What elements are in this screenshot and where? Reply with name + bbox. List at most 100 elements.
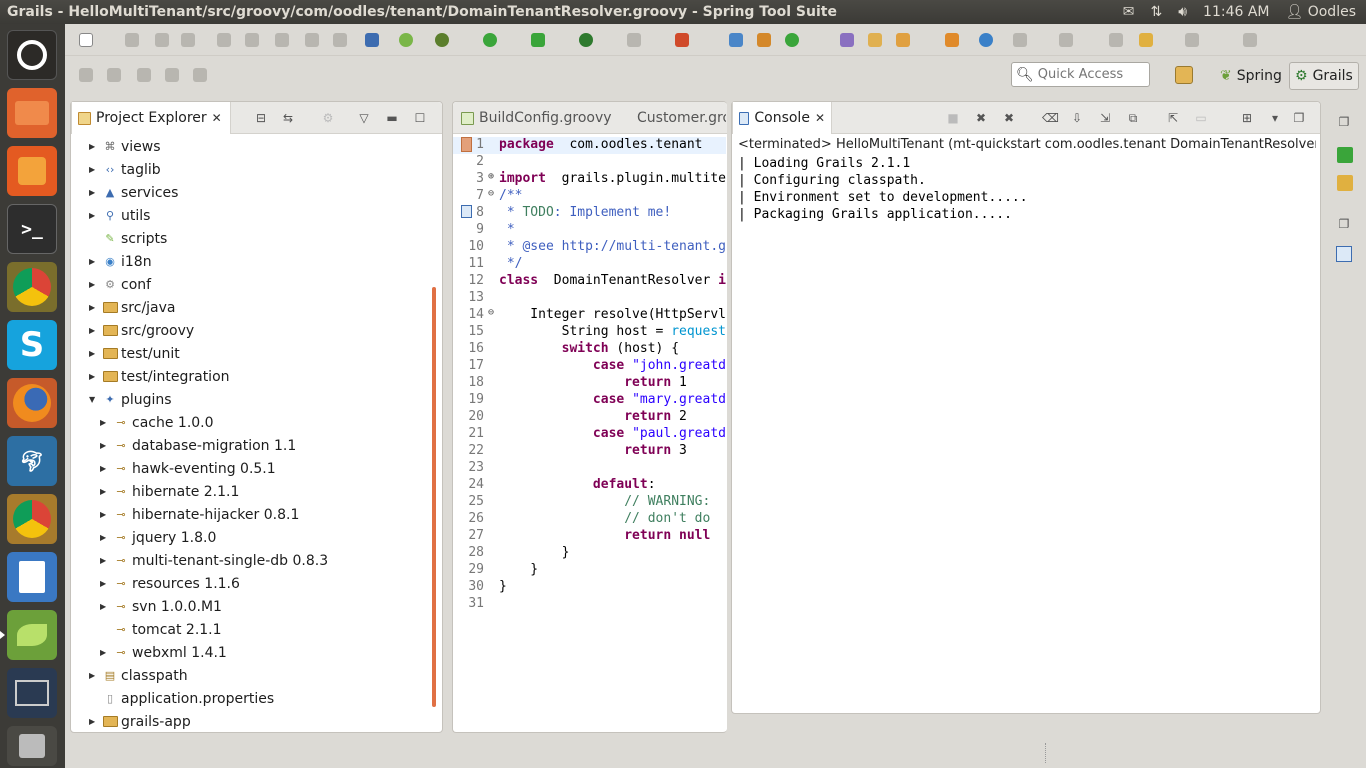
toolbar-icon-5[interactable]: [217, 33, 231, 47]
clock[interactable]: 11:46 AM: [1203, 4, 1269, 20]
collapse-arrow-icon[interactable]: ▶: [89, 717, 100, 726]
collapse-arrow-icon[interactable]: ▶: [89, 257, 100, 266]
chrome-icon-2[interactable]: [7, 494, 57, 544]
spring-perspective-button[interactable]: ❦ Spring: [1215, 62, 1287, 90]
code-line[interactable]: 12class DomainTenantResolver implements: [453, 273, 726, 290]
terminate-icon[interactable]: ■: [946, 111, 960, 125]
filter-icon[interactable]: ⚙: [321, 111, 335, 125]
tree-item[interactable]: ▶ test/integration: [89, 365, 230, 388]
volume-icon[interactable]: 🔊︎: [1178, 4, 1187, 20]
next-annotation-icon[interactable]: [1013, 33, 1027, 47]
toolbar2-icon-1[interactable]: [79, 68, 93, 82]
tree-item[interactable]: ▶ ⊸ database-migration 1.1: [100, 434, 296, 457]
back-icon[interactable]: [1139, 33, 1153, 47]
code-line[interactable]: 18 return 1: [453, 375, 726, 392]
tree-item[interactable]: ▶ ◉ i18n: [89, 250, 152, 273]
scroll-lock-icon[interactable]: ⇩: [1070, 111, 1084, 125]
code-line[interactable]: 31: [453, 596, 726, 613]
coverage-icon[interactable]: [531, 33, 545, 47]
tree-item[interactable]: ▶ src/java: [89, 296, 176, 319]
open-folder-icon[interactable]: [868, 33, 882, 47]
fold-marker-icon[interactable]: ⊖: [488, 188, 499, 205]
trim-servers-icon[interactable]: [1337, 147, 1353, 163]
collapse-arrow-icon[interactable]: ▶: [89, 349, 100, 358]
code-line[interactable]: 29 }: [453, 562, 726, 579]
open-perspective-icon[interactable]: [1175, 66, 1193, 84]
toolbar-icon-8[interactable]: [305, 33, 319, 47]
new-class-icon[interactable]: [785, 33, 799, 47]
code-line[interactable]: 3⊕import grails.plugin.multitenant.core.…: [453, 171, 726, 188]
print-icon[interactable]: [181, 33, 195, 47]
display-console-icon[interactable]: ▭: [1194, 111, 1208, 125]
chrome-icon[interactable]: [7, 262, 57, 312]
toolbar2-icon-5[interactable]: [193, 68, 207, 82]
trim-restore-icon-2[interactable]: ❐: [1337, 217, 1351, 231]
code-line[interactable]: 28 }: [453, 545, 726, 562]
collapse-arrow-icon[interactable]: ▶: [100, 464, 111, 473]
tree-item[interactable]: ▶ ⚲ utils: [89, 204, 150, 227]
tree-item[interactable]: ▶ ⊸ jquery 1.8.0: [100, 526, 216, 549]
save-icon[interactable]: [125, 33, 139, 47]
collapse-arrow-icon[interactable]: ▶: [89, 211, 100, 220]
code-line[interactable]: 9 *: [453, 222, 726, 239]
toolbar-icon-6[interactable]: [245, 33, 259, 47]
code-line[interactable]: 7 ⊖/**: [453, 188, 726, 205]
code-line[interactable]: 22 return 3: [453, 443, 726, 460]
tree-item[interactable]: ▶ grails-app: [89, 710, 191, 732]
writer-icon[interactable]: [7, 552, 57, 602]
code-line[interactable]: 16 switch (host) {: [453, 341, 726, 358]
mail-icon[interactable]: ✉: [1123, 4, 1135, 20]
tree-item[interactable]: ▶ test/unit: [89, 342, 180, 365]
collapse-arrow-icon[interactable]: ▶: [89, 188, 100, 197]
code-line[interactable]: 30}: [453, 579, 726, 596]
code-line[interactable]: 20 return 2: [453, 409, 726, 426]
skype-icon[interactable]: S: [7, 320, 57, 370]
task-icon[interactable]: [945, 33, 959, 47]
collapse-arrow-icon[interactable]: ▶: [100, 510, 111, 519]
code-line[interactable]: 2: [453, 154, 726, 171]
collapse-arrow-icon[interactable]: ▶: [89, 671, 100, 680]
collapse-arrow-icon[interactable]: ▶: [100, 579, 111, 588]
tab-console[interactable]: Console ✕: [732, 102, 832, 134]
external-tools-icon[interactable]: [675, 33, 689, 47]
collapse-arrow-icon[interactable]: ▶: [89, 165, 100, 174]
tree-item[interactable]: ▶ ⚙ conf: [89, 273, 151, 296]
tree-item[interactable]: ✎ scripts: [89, 227, 167, 250]
trim-restore-icon[interactable]: ❐: [1337, 115, 1351, 129]
quick-access[interactable]: 🔍︎: [1011, 62, 1150, 87]
collapse-arrow-icon[interactable]: ▶: [100, 533, 111, 542]
new-package-icon[interactable]: [757, 33, 771, 47]
collapse-arrow-icon[interactable]: ▶: [100, 441, 111, 450]
task-marker-icon[interactable]: [461, 205, 472, 218]
tree-scrollbar[interactable]: [432, 287, 436, 707]
code-line[interactable]: 25 // WARNING:: [453, 494, 726, 511]
toolbar-icon-9[interactable]: [333, 33, 347, 47]
tree-item[interactable]: ▶ ⊸ hibernate-hijacker 0.8.1: [100, 503, 299, 526]
code-line[interactable]: 21 case "paul.greatdomain.com": [453, 426, 726, 443]
tree-item[interactable]: ▶ ⌘ views: [89, 135, 161, 158]
pin-console-icon[interactable]: ⇱: [1166, 111, 1180, 125]
tree-item[interactable]: ▯ application.properties: [89, 687, 274, 710]
pin-editor-icon[interactable]: [1243, 33, 1257, 47]
tree-item[interactable]: ▶ src/groovy: [89, 319, 194, 342]
grails-perspective-button[interactable]: ⚙ Grails: [1289, 62, 1359, 90]
remove-launch-icon[interactable]: ✖: [974, 111, 988, 125]
firefox-icon[interactable]: [7, 378, 57, 428]
toolbar2-icon-2[interactable]: [107, 68, 121, 82]
toolbar2-icon-3[interactable]: [137, 68, 151, 82]
tree-item[interactable]: ▶ ⊸ hibernate 2.1.1: [100, 480, 239, 503]
files-icon[interactable]: [7, 88, 57, 138]
code-line[interactable]: 17 case "john.greatdomain.com": [453, 358, 726, 375]
forward-icon[interactable]: [1185, 33, 1199, 47]
warning-marker-icon[interactable]: [461, 137, 472, 152]
code-line[interactable]: 8 * TODO: Implement me!: [453, 205, 726, 222]
prev-annotation-icon[interactable]: [1059, 33, 1073, 47]
tree-item[interactable]: ▶ ‹› taglib: [89, 158, 161, 181]
collapse-arrow-icon[interactable]: ▶: [100, 556, 111, 565]
fold-marker-icon[interactable]: ⊖: [488, 307, 499, 324]
run-icon[interactable]: [483, 33, 497, 47]
console-menu-icon[interactable]: ▾: [1268, 111, 1282, 125]
open-console-icon[interactable]: ⊞: [1240, 111, 1254, 125]
new-icon[interactable]: [79, 33, 93, 47]
open-type-icon[interactable]: [840, 33, 854, 47]
